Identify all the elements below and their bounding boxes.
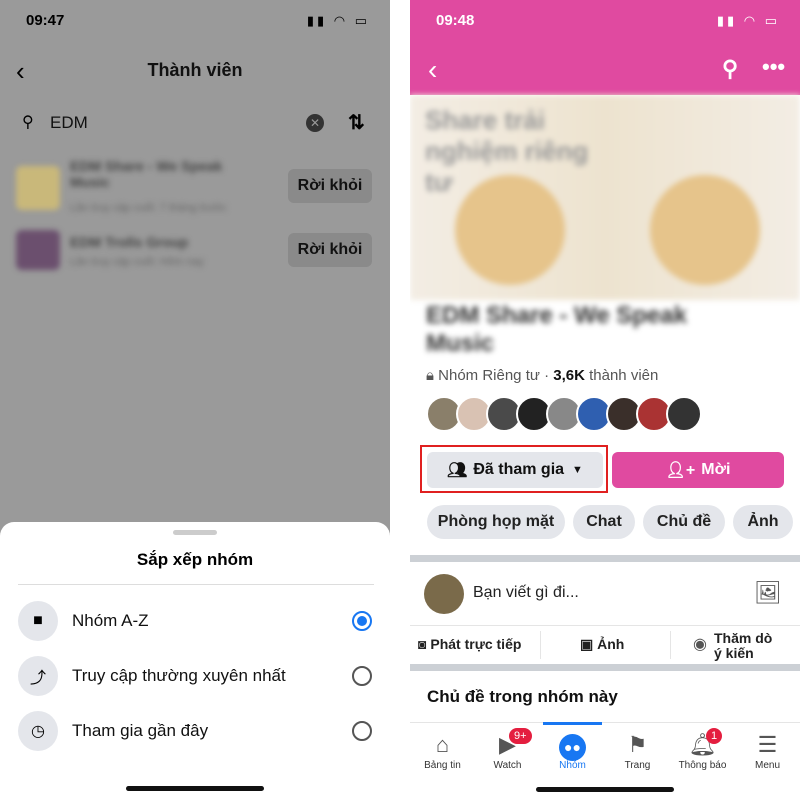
chip-topics[interactable]: Chủ đề [643, 505, 725, 539]
divider [410, 555, 800, 562]
video-camera-icon: ◙ [418, 636, 427, 652]
home-indicator [536, 787, 674, 792]
tab-news-feed[interactable]: ⌂ Bảng tin [410, 730, 475, 771]
chip-chat[interactable]: Chat [573, 505, 635, 539]
lock-icon: 🔒︎ [426, 367, 434, 384]
tab-label: Thông báo [678, 760, 727, 771]
sort-sheet: Sắp xếp nhóm ■ Nhóm A-Z ⤴ Truy cập thường … [0, 522, 390, 800]
menu-icon: ☰ [757, 732, 778, 757]
sort-option-frequent[interactable]: ⤴ Truy cập thường xuyên nhất [18, 654, 378, 698]
caret-down-icon: ▼ [572, 464, 583, 476]
status-time: 09:47 [26, 12, 65, 29]
group-thumbnail [16, 230, 60, 270]
book-icon: ■ [18, 601, 58, 641]
radio[interactable] [352, 721, 372, 741]
search-input[interactable]: EDM [50, 113, 88, 133]
search-icon: ⚲ [22, 114, 34, 131]
status-icons: ▮▮ ◠ ▭ [716, 13, 780, 28]
tab-watch[interactable]: ▶ 9+ Watch [475, 728, 540, 771]
group-name: EDM Share - We Speak Music [426, 302, 687, 357]
divider [540, 631, 541, 659]
option-label: Truy cập thường xuyên nhất [72, 666, 286, 685]
clock-icon: ◷ [18, 711, 58, 751]
joined-label: Đã tham gia [473, 461, 565, 478]
group-info: 🔒︎ Nhóm Riêng tư · 3,6K thành viên [426, 367, 659, 384]
flag-icon: ⚑ [627, 732, 648, 757]
notification-badge: 1 [706, 728, 723, 744]
home-indicator [126, 786, 264, 791]
invite-button[interactable]: 👤︎+ Mời [612, 452, 784, 488]
tab-menu[interactable]: ☰ Menu [735, 730, 800, 771]
sort-icon[interactable]: ⇅ [348, 110, 365, 135]
option-label: Tham gia gần đây [72, 721, 209, 740]
leave-button[interactable]: Rời khỏi [288, 169, 372, 203]
group-meta: Lần truy cập cuối: 7 tháng trước [70, 202, 227, 214]
sort-option-recent[interactable]: ◷ Tham gia gần đây [18, 709, 378, 753]
photo-icon: ▣ [580, 636, 594, 652]
topics-heading: Chủ đề trong nhóm này [427, 687, 618, 706]
home-icon: ⌂ [435, 732, 450, 757]
add-person-icon: 👤︎+ [665, 462, 696, 479]
tab-notifications[interactable]: 🔔︎ 1 Thông báo [670, 728, 735, 771]
back-icon[interactable]: ‹ [428, 54, 437, 86]
radio-selected[interactable] [352, 611, 372, 631]
live-button[interactable]: ◙ Phát trực tiếp [418, 636, 521, 652]
photo-button[interactable]: ▣ Ảnh [580, 636, 624, 653]
tab-bar-border [410, 722, 800, 723]
status-time: 09:48 [436, 12, 475, 29]
trend-icon: ⤴ [18, 656, 58, 696]
status-icons: ▮▮ ◠ ▭ [306, 13, 370, 28]
composer-input[interactable]: Bạn viết gì đi... [473, 584, 579, 602]
members-icon: 👥︎ [447, 462, 468, 479]
bell-icon: 🔔︎ [688, 732, 717, 757]
action-label: Phát trực tiếp [430, 636, 522, 652]
joined-button[interactable]: 👥︎ Đã tham gia ▼ [427, 452, 603, 488]
tab-label: Trang [624, 760, 651, 771]
poll-button[interactable]: Thăm dò ý kiến [714, 631, 774, 661]
radio[interactable] [352, 666, 372, 686]
left-phone: 09:47 ▮▮ ◠ ▭ ‹ Thành viên ⚲ EDM ✕ ⇅ EDM … [0, 0, 390, 800]
group-name: EDM Share - We Speak Music [70, 158, 223, 190]
sheet-title: Sắp xếp nhóm [136, 550, 254, 569]
tab-label: Watch [493, 760, 522, 771]
leave-button[interactable]: Rời khỏi [288, 233, 372, 267]
poll-icon: ◉ [693, 636, 707, 653]
action-label: Ảnh [597, 636, 625, 652]
notification-badge: 9+ [509, 728, 532, 744]
search-icon[interactable]: ⚲ [722, 56, 738, 82]
page-title: Thành viên [147, 60, 243, 80]
group-meta: Lần truy cập cuối: Hôm nay [70, 256, 204, 268]
divider [410, 625, 800, 626]
clear-icon[interactable]: ✕ [306, 114, 324, 132]
divider [670, 631, 671, 659]
sort-option-az[interactable]: ■ Nhóm A-Z [18, 599, 378, 643]
divider [410, 664, 800, 671]
groups-icon: ●● [540, 730, 605, 761]
member-label: thành viên [589, 367, 659, 384]
member-avatars[interactable] [426, 396, 702, 437]
more-icon[interactable]: ••• [762, 54, 785, 80]
group-thumbnail [16, 166, 60, 210]
avatar [424, 574, 464, 614]
invite-label: Mời [701, 461, 731, 478]
tab-label: Bảng tin [424, 760, 461, 771]
divider [18, 584, 374, 585]
chip-rooms[interactable]: Phòng họp mặt [427, 505, 565, 539]
cover-photo[interactable]: Share trải nghiệm riêng tư [410, 95, 800, 300]
right-phone: 09:48 ▮▮ ◠ ▭ ‹ ⚲ ••• Share trải nghiệm r… [410, 0, 800, 800]
option-label: Nhóm A-Z [72, 611, 149, 630]
tab-pages[interactable]: ⚑ Trang [605, 730, 670, 771]
chip-photos[interactable]: Ảnh [733, 505, 793, 539]
member-count[interactable]: 3,6K [553, 367, 585, 384]
sheet-handle[interactable] [173, 530, 217, 535]
tab-label: Menu [754, 760, 780, 771]
tab-groups[interactable]: ●● Nhóm [540, 730, 605, 771]
active-tab-indicator [543, 722, 602, 725]
group-name: EDM Trolls Group [70, 234, 189, 250]
tab-label: Nhóm [559, 760, 586, 771]
photo-icon[interactable]: 🖼︎ [754, 580, 782, 606]
privacy: Nhóm Riêng tư [438, 367, 540, 384]
